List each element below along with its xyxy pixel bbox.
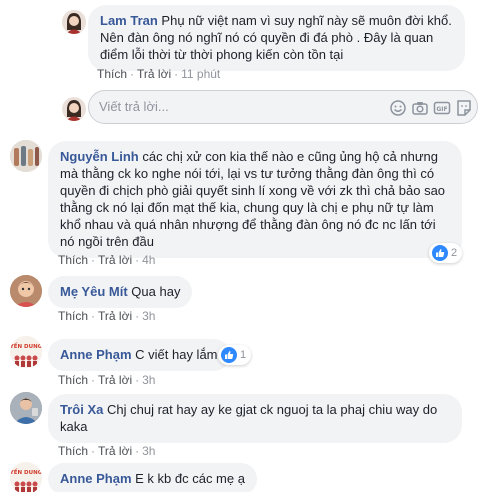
timestamp[interactable]: 3h: [142, 444, 155, 458]
like-link[interactable]: Thích: [97, 67, 127, 81]
commenter-name[interactable]: Anne Phạm: [60, 471, 132, 486]
avatar[interactable]: YẾN DUNG: [10, 336, 42, 368]
commenter-name[interactable]: Anne Phạm: [60, 347, 132, 362]
comment-text: C viết hay lắm: [135, 347, 218, 362]
comment-bubble: Nguyễn Linh các chị xử con kia thế nào e…: [48, 141, 462, 258]
comment-bubble: Trôi Xa Chj chuj rat hay ay ke gjat ck n…: [48, 394, 462, 443]
reply-link[interactable]: Trả lời: [98, 309, 132, 323]
timestamp[interactable]: 4h: [142, 253, 155, 267]
gif-icon[interactable]: GIF: [433, 99, 451, 117]
comment-bubble: Anne Phạm C viết hay lắm: [48, 339, 230, 371]
reply-link[interactable]: Trả lời: [98, 373, 132, 387]
comment-text: Qua hay: [131, 284, 181, 299]
comment-actions: Thích · Trả lời · 4h: [58, 253, 156, 267]
comment-text: các chị xử con kia thế nào e cũng ủng hộ…: [60, 149, 446, 249]
emoji-icon[interactable]: [389, 99, 407, 117]
commenter-name[interactable]: Lam Tran: [100, 13, 158, 28]
avatar[interactable]: YẾN DUNG: [10, 462, 42, 492]
commenter-name[interactable]: Mẹ Yêu Mít: [60, 284, 128, 299]
comment-text: Chj chuj rat hay ay ke gjat ck nguoj ta …: [60, 402, 438, 434]
timestamp[interactable]: 11 phút: [181, 67, 220, 81]
like-link[interactable]: Thích: [58, 373, 88, 387]
reaction-count[interactable]: 1: [218, 345, 252, 365]
avatar-logo-text: YẾN DUNG: [10, 468, 42, 476]
like-link[interactable]: Thích: [58, 444, 88, 458]
avatar[interactable]: [10, 140, 42, 172]
current-user-avatar: [62, 97, 86, 121]
reply-link[interactable]: Trả lời: [98, 253, 132, 267]
avatar-logo-text: YẾN DUNG: [10, 342, 42, 350]
timestamp[interactable]: 3h: [142, 309, 155, 323]
avatar[interactable]: [62, 10, 86, 34]
like-link[interactable]: Thích: [58, 309, 88, 323]
camera-icon[interactable]: [411, 99, 429, 117]
svg-text:GIF: GIF: [436, 106, 447, 113]
comment-actions: Thích · Trả lời · 3h: [58, 309, 156, 323]
reply-input[interactable]: [99, 99, 329, 114]
sticker-icon[interactable]: [455, 99, 473, 117]
avatar[interactable]: [10, 392, 42, 424]
comment-actions: Thích · Trả lời · 11 phút: [97, 67, 221, 81]
comment-bubble: Mẹ Yêu Mít Qua hay: [48, 276, 193, 308]
reply-link[interactable]: Trả lời: [137, 67, 171, 81]
like-link[interactable]: Thích: [58, 253, 88, 267]
avatar[interactable]: [10, 275, 42, 307]
comment-bubble: Anne Phạm E k kb đc các mẹ ạ: [48, 463, 257, 492]
comment-bubble: Lam Tran Phụ nữ việt nam vì suy nghĩ này…: [88, 5, 465, 71]
reply-box[interactable]: GIF: [88, 90, 478, 124]
commenter-name[interactable]: Trôi Xa: [60, 402, 103, 417]
reaction-number: 2: [451, 247, 458, 259]
like-reaction-icon: [432, 245, 448, 261]
commenter-name[interactable]: Nguyễn Linh: [60, 149, 139, 164]
like-reaction-icon: [221, 347, 237, 363]
reaction-number: 1: [240, 349, 247, 361]
comment-text: E k kb đc các mẹ ạ: [135, 471, 245, 486]
reply-link[interactable]: Trả lời: [98, 444, 132, 458]
comment-actions: Thích · Trả lời · 3h: [58, 444, 156, 458]
comment-actions: Thích · Trả lời · 3h: [58, 373, 156, 387]
reaction-count[interactable]: 2: [429, 243, 463, 263]
timestamp[interactable]: 3h: [142, 373, 155, 387]
